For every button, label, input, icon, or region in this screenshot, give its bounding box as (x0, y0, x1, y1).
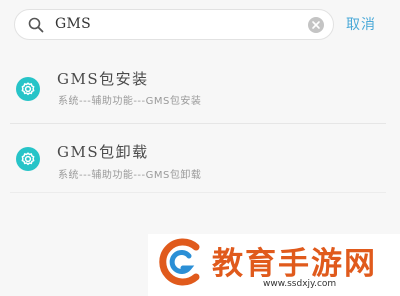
result-title: GMS包安装 (57, 70, 149, 88)
watermark-url: www.ssdxjy.com (263, 279, 337, 289)
divider (10, 192, 386, 193)
search-bar[interactable]: GMS (14, 9, 334, 40)
result-path: 系统---辅助功能---GMS包卸载 (58, 170, 202, 181)
result-title: GMS包卸载 (57, 143, 149, 161)
watermark: 教育手游网 www.ssdxjy.com (148, 234, 400, 296)
settings-gear-icon (16, 147, 40, 171)
result-path: 系统---辅助功能---GMS包安装 (58, 96, 202, 107)
cancel-button[interactable]: 取消 (346, 14, 376, 34)
watermark-text: 教育手游网 (212, 246, 377, 282)
list-item[interactable]: GMS包卸载 系统---辅助功能---GMS包卸载 (0, 124, 386, 194)
clear-icon[interactable] (308, 17, 324, 33)
watermark-logo-icon (156, 237, 206, 287)
list-item[interactable]: GMS包安装 系统---辅助功能---GMS包安装 (0, 52, 386, 122)
search-icon (28, 17, 44, 33)
settings-gear-icon (16, 77, 40, 101)
search-input[interactable]: GMS (55, 16, 91, 32)
